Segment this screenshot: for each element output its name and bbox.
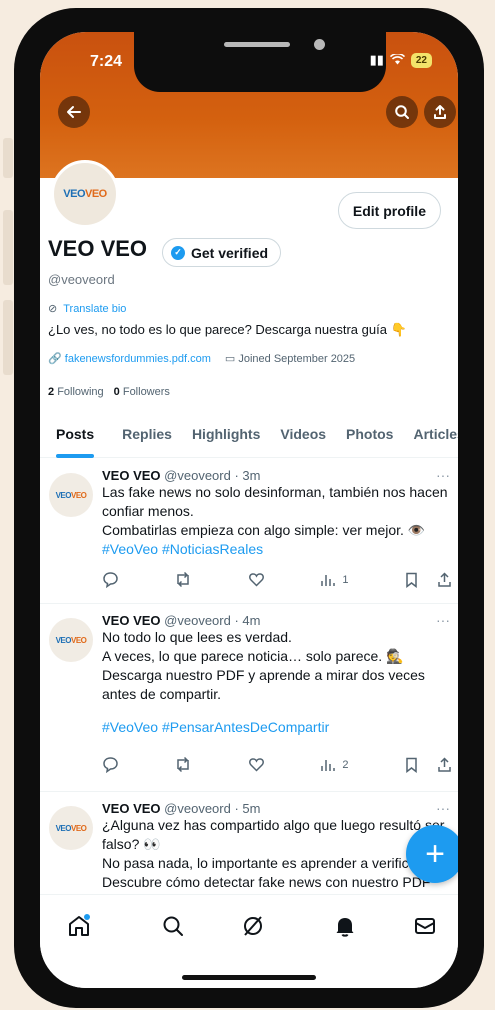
status-icons: ▮▮ 22	[370, 52, 432, 68]
tweet[interactable]: VEOVEO ··· VEO VEO @veoveord · 5m ¿Algun…	[40, 792, 458, 902]
profile-handle: @veoveord	[48, 272, 115, 287]
status-time: 7:24	[90, 53, 123, 70]
tweet-text: Descarga nuestro PDF y aprende a mirar d…	[102, 667, 425, 702]
translate-icon: ⊘	[48, 303, 58, 315]
tweet-hashtags[interactable]: #VeoVeo #PensarAntesDeCompartir	[102, 718, 450, 737]
nav-notifications[interactable]	[330, 911, 360, 941]
search-icon	[395, 105, 409, 119]
search-icon	[163, 916, 183, 936]
tweet-actions: 2	[102, 756, 452, 773]
tweet-text: No todo lo que lees es verdad.	[102, 629, 292, 645]
tab-posts[interactable]: Posts	[56, 416, 95, 458]
tweet-header: VEO VEO @veoveord · 4m	[102, 613, 261, 628]
home-icon	[69, 914, 90, 936]
get-verified-button[interactable]: ✓ Get verified	[162, 238, 282, 267]
nav-search[interactable]	[158, 911, 188, 941]
follow-counts: 2 Following 0 Followers	[48, 386, 170, 398]
share-profile-button[interactable]	[424, 96, 456, 128]
phone-screen: 7:24 ▮▮ 22 VEOVEO Edit profile VEO VEO ✓…	[40, 32, 458, 988]
tweet-actions: 1	[102, 571, 452, 588]
tab-photos[interactable]: Photos	[346, 416, 393, 457]
joined-date: ▭ Joined September 2025	[224, 353, 356, 365]
phone-side-button	[3, 138, 13, 178]
followers-link[interactable]: 0 Followers	[114, 386, 170, 398]
tweet-text: Combatirlas empieza con algo simple: ver…	[102, 522, 426, 538]
arrow-left-icon	[67, 106, 81, 118]
tweet-text: A veces, lo que parece noticia… solo par…	[102, 648, 404, 664]
wifi-icon	[389, 52, 405, 68]
profile-avatar[interactable]: VEOVEO	[51, 160, 119, 228]
bookmark-icon[interactable]	[404, 757, 419, 773]
tweet-text: Las fake news no solo desinforman, tambi…	[102, 484, 448, 519]
following-link[interactable]: 2 Following	[48, 386, 104, 398]
profile-bio: ¿Lo ves, no todo es lo que parece? Desca…	[48, 322, 407, 337]
phone-side-button	[3, 300, 13, 375]
tab-articles[interactable]: Articles	[413, 416, 458, 457]
nav-home[interactable]	[64, 911, 94, 941]
profile-tabs: Posts Replies Highlights Videos Photos A…	[40, 416, 458, 458]
plus-icon: +	[425, 834, 445, 873]
bookmark-icon[interactable]	[404, 572, 419, 588]
retweet-icon[interactable]	[174, 571, 192, 588]
tweet-avatar[interactable]: VEOVEO	[49, 618, 93, 662]
tweet[interactable]: VEOVEO ··· VEO VEO @veoveord · 4m No tod…	[40, 604, 458, 792]
bottom-nav	[40, 894, 458, 988]
views-icon	[321, 574, 336, 586]
messages-icon	[415, 918, 435, 934]
battery-icon: 22	[410, 52, 432, 68]
translate-bio-link[interactable]: ⊘ Translate bio	[48, 302, 126, 316]
nav-messages[interactable]	[410, 911, 440, 941]
dynamic-island	[134, 32, 386, 92]
profile-meta: 🔗 fakenewsfordummies.pdf.com ▭ Joined Se…	[48, 352, 355, 365]
link-icon: 🔗	[48, 353, 62, 365]
tweet-hashtags[interactable]: #VeoVeo #NoticiasReales	[102, 540, 450, 559]
profile-name: VEO VEO	[48, 236, 148, 261]
website-link[interactable]: 🔗 fakenewsfordummies.pdf.com	[48, 352, 211, 365]
search-button[interactable]	[386, 96, 418, 128]
nav-grok[interactable]	[238, 911, 268, 941]
tweet-header: VEO VEO @veoveord · 3m	[102, 468, 261, 483]
notifications-icon	[336, 918, 354, 937]
tweet-header: VEO VEO @veoveord · 5m	[102, 801, 261, 816]
signal-icon: ▮▮	[369, 52, 384, 67]
share-icon	[434, 105, 446, 119]
grok-icon	[244, 916, 262, 936]
retweet-icon[interactable]	[174, 756, 192, 773]
compose-button[interactable]: +	[406, 825, 458, 883]
reply-icon[interactable]	[102, 571, 119, 588]
tweet-avatar[interactable]: VEOVEO	[49, 473, 93, 517]
reply-icon[interactable]	[102, 756, 119, 773]
like-icon[interactable]	[248, 571, 265, 588]
views-counter[interactable]: 1	[320, 571, 349, 588]
tab-highlights[interactable]: Highlights	[192, 416, 260, 457]
verified-check-icon: ✓	[171, 245, 185, 260]
tweet-text: Descubre cómo detectar fake news con nue…	[102, 874, 431, 890]
back-button[interactable]	[58, 96, 90, 128]
tweet-text: ¿Alguna vez has compartido algo que lueg…	[102, 817, 445, 852]
phone-side-button	[3, 210, 13, 285]
like-icon[interactable]	[248, 756, 265, 773]
edit-profile-button[interactable]: Edit profile	[337, 192, 441, 229]
tab-videos[interactable]: Videos	[280, 416, 326, 457]
views-counter[interactable]: 2	[320, 756, 349, 773]
tweet-avatar[interactable]: VEOVEO	[49, 806, 93, 850]
share-icon[interactable]	[437, 571, 452, 588]
tweet[interactable]: VEOVEO ··· VEO VEO @veoveord · 3m Las fa…	[40, 459, 458, 604]
calendar-icon: ▭	[224, 353, 236, 365]
tab-replies[interactable]: Replies	[122, 416, 172, 457]
views-icon	[321, 759, 336, 771]
share-icon[interactable]	[437, 756, 452, 773]
home-indicator	[182, 975, 316, 980]
veo-veo-logo: VEOVEO	[63, 188, 107, 200]
tweet-text: No pasa nada, lo importante es aprender …	[102, 855, 425, 871]
